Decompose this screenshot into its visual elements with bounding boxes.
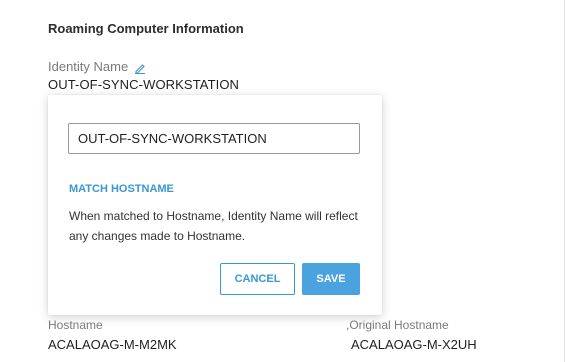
identity-name-value: OUT-OF-SYNC-WORKSTATION <box>48 77 240 92</box>
cancel-button[interactable]: CANCEL <box>220 263 295 295</box>
identity-name-label-row: Identity Name <box>48 59 146 74</box>
save-button[interactable]: SAVE <box>302 263 360 295</box>
original-hostname-label: ,Original Hostname <box>346 318 449 332</box>
hostname-label: Hostname <box>48 318 103 332</box>
section-title: Roaming Computer Information <box>48 21 244 36</box>
match-hostname-help-text: When matched to Hostname, Identity Name … <box>69 209 358 243</box>
pencil-icon[interactable] <box>134 61 146 74</box>
hostname-value: ACALAOAG-M-M2MK <box>48 337 177 352</box>
identity-name-label: Identity Name <box>48 59 129 74</box>
edit-identity-popover: MATCH HOSTNAME When matched to Hostname,… <box>48 95 382 315</box>
match-hostname-link[interactable]: MATCH HOSTNAME <box>69 183 174 195</box>
original-hostname-value: ACALAOAG-M-X2UH <box>351 337 477 352</box>
identity-name-input[interactable] <box>68 123 360 154</box>
